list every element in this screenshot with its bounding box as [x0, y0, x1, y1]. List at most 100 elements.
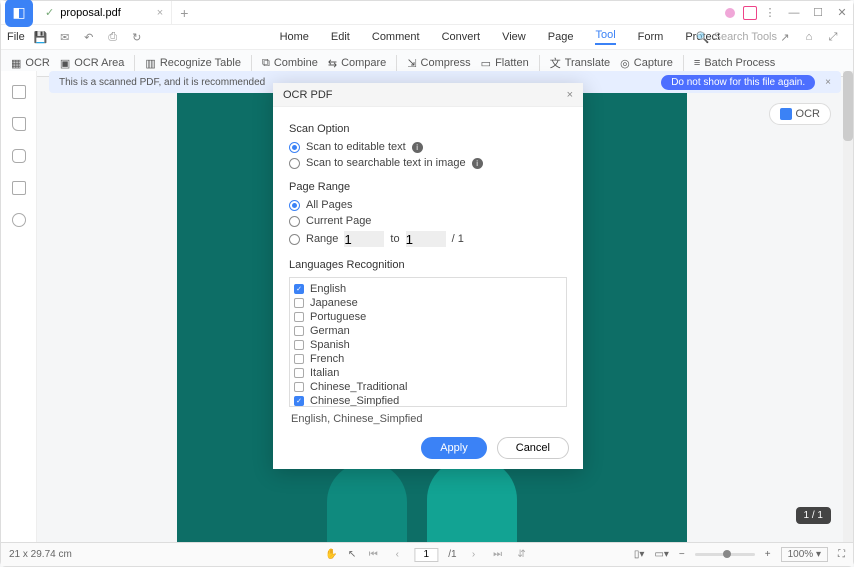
- current-page-option[interactable]: Current Page: [289, 215, 567, 227]
- info-icon[interactable]: i: [472, 158, 483, 169]
- lang-french[interactable]: French: [294, 352, 562, 366]
- zoom-slider[interactable]: [695, 553, 755, 556]
- lang-portuguese[interactable]: Portuguese: [294, 310, 562, 324]
- dialog-title-bar[interactable]: OCR PDF ×: [273, 83, 583, 107]
- dialog-body: Scan Option Scan to editable text i Scan…: [273, 107, 583, 427]
- lang-spanish[interactable]: Spanish: [294, 338, 562, 352]
- lang-german[interactable]: German: [294, 324, 562, 338]
- translate-button[interactable]: 文Translate: [550, 55, 610, 71]
- search-rail-icon[interactable]: [12, 213, 26, 227]
- menu-home[interactable]: Home: [280, 31, 309, 43]
- lang-chinese-simplified[interactable]: Chinese_Simpfied: [294, 394, 562, 407]
- ocr-dialog: OCR PDF × Scan Option Scan to editable t…: [273, 83, 583, 469]
- languages-heading: Languages Recognition: [289, 259, 567, 271]
- next-page-icon[interactable]: ›: [467, 549, 481, 560]
- close-window-icon[interactable]: ✕: [831, 2, 853, 24]
- menu-comment[interactable]: Comment: [372, 31, 420, 43]
- ocr-button[interactable]: ▦OCR: [11, 57, 50, 70]
- batch-button[interactable]: ≡Batch Process: [694, 57, 775, 69]
- document-tab[interactable]: ✓ proposal.pdf ×: [37, 1, 172, 24]
- mail-icon[interactable]: ✉: [57, 29, 73, 45]
- menubar: Home Edit Comment Convert View Page Tool…: [153, 26, 847, 48]
- tab-filename: proposal.pdf: [60, 7, 121, 19]
- file-menu[interactable]: File: [7, 31, 25, 43]
- all-pages-option[interactable]: All Pages: [289, 199, 567, 211]
- comments-icon[interactable]: [12, 149, 26, 163]
- zoom-out-icon[interactable]: −: [679, 549, 685, 560]
- search-placeholder: Search Tools: [714, 31, 777, 43]
- menu-page[interactable]: Page: [548, 31, 574, 43]
- attachments-icon[interactable]: [12, 181, 26, 195]
- selected-languages-text: English, Chinese_Simpfied: [289, 407, 567, 427]
- reflow-icon[interactable]: ⇵: [515, 549, 529, 560]
- banner-dismiss-button[interactable]: Do not show for this file again.: [661, 75, 815, 90]
- dialog-close-icon[interactable]: ×: [567, 89, 573, 101]
- lang-chinese-traditional[interactable]: Chinese_Traditional: [294, 380, 562, 394]
- scrollbar-thumb[interactable]: [843, 71, 853, 141]
- combine-icon: ⧉: [262, 57, 270, 70]
- flatten-icon: ▭: [481, 57, 491, 70]
- lang-english[interactable]: English: [294, 282, 562, 296]
- zoom-in-icon[interactable]: +: [765, 549, 771, 560]
- scan-editable-option[interactable]: Scan to editable text i: [289, 141, 567, 153]
- menu-form[interactable]: Form: [638, 31, 664, 43]
- lang-japanese[interactable]: Japanese: [294, 296, 562, 310]
- compress-button[interactable]: ⇲Compress: [407, 57, 470, 70]
- checkbox-icon: [294, 312, 304, 322]
- view-mode-icon[interactable]: ▯▾: [634, 549, 645, 560]
- zoom-value[interactable]: 100% ▾: [781, 547, 828, 562]
- fullscreen-icon[interactable]: ⛶: [838, 549, 845, 560]
- table-icon: ▥: [145, 57, 155, 70]
- zoom-knob[interactable]: [723, 550, 731, 558]
- apply-button[interactable]: Apply: [421, 437, 487, 459]
- share-icon[interactable]: ↗: [777, 29, 793, 45]
- undo-icon[interactable]: ↶: [81, 29, 97, 45]
- banner-close-icon[interactable]: ×: [825, 77, 831, 88]
- bookmarks-icon[interactable]: [12, 117, 26, 131]
- save-icon[interactable]: 💾: [33, 29, 49, 45]
- compare-button[interactable]: ⇆Compare: [328, 57, 386, 70]
- prev-page-icon[interactable]: ‹: [390, 549, 404, 560]
- maximize-icon[interactable]: ☐: [807, 2, 829, 24]
- left-rail: [1, 71, 37, 542]
- language-list[interactable]: English Japanese Portuguese German Spani…: [289, 277, 567, 407]
- range-from-input[interactable]: [344, 231, 384, 247]
- info-icon[interactable]: i: [412, 142, 423, 153]
- page-range-heading: Page Range: [289, 181, 567, 193]
- menu-convert[interactable]: Convert: [442, 31, 481, 43]
- minimize-icon[interactable]: —: [783, 2, 805, 24]
- add-tab-button[interactable]: +: [172, 5, 196, 21]
- last-page-icon[interactable]: ⏭: [491, 549, 505, 560]
- hand-tool-icon[interactable]: ✋: [325, 549, 337, 560]
- recognize-table-button[interactable]: ▥Recognize Table: [145, 57, 241, 70]
- range-option[interactable]: Range to / 1: [289, 231, 567, 247]
- fit-icon[interactable]: ▭▾: [654, 549, 668, 560]
- cancel-button[interactable]: Cancel: [497, 437, 569, 459]
- first-page-icon[interactable]: ⏮: [366, 549, 380, 560]
- range-to-input[interactable]: [406, 231, 446, 247]
- expand-icon[interactable]: ⤢: [825, 29, 841, 45]
- vertical-scrollbar[interactable]: [843, 71, 853, 542]
- menu-tool[interactable]: Tool: [595, 29, 615, 45]
- scan-searchable-option[interactable]: Scan to searchable text in image i: [289, 157, 567, 169]
- lang-italian[interactable]: Italian: [294, 366, 562, 380]
- search-tools[interactable]: 🔍 Search Tools: [696, 31, 777, 44]
- combine-button[interactable]: ⧉Combine: [262, 57, 318, 70]
- flatten-button[interactable]: ▭Flatten: [481, 57, 529, 70]
- capture-button[interactable]: ◎Capture: [620, 57, 673, 70]
- ocr-pill[interactable]: OCR: [769, 103, 831, 125]
- notification-icon[interactable]: [743, 6, 757, 20]
- menu-view[interactable]: View: [502, 31, 526, 43]
- kebab-menu-icon[interactable]: ⋮: [759, 2, 781, 24]
- titlebar: ◧ ✓ proposal.pdf × + ⋮ — ☐ ✕: [1, 1, 853, 25]
- close-tab-icon[interactable]: ×: [157, 7, 163, 19]
- print-icon[interactable]: ⎙: [105, 29, 121, 45]
- select-tool-icon[interactable]: ↖: [348, 549, 356, 560]
- ocr-area-button[interactable]: ▣OCR Area: [60, 57, 125, 70]
- cloud-icon[interactable]: ⌂: [801, 29, 817, 45]
- redo-icon[interactable]: ↻: [129, 29, 145, 45]
- menu-edit[interactable]: Edit: [331, 31, 350, 43]
- thumbnails-icon[interactable]: [12, 85, 26, 99]
- profile-dot-icon[interactable]: [725, 8, 735, 18]
- page-number-input[interactable]: [414, 548, 438, 562]
